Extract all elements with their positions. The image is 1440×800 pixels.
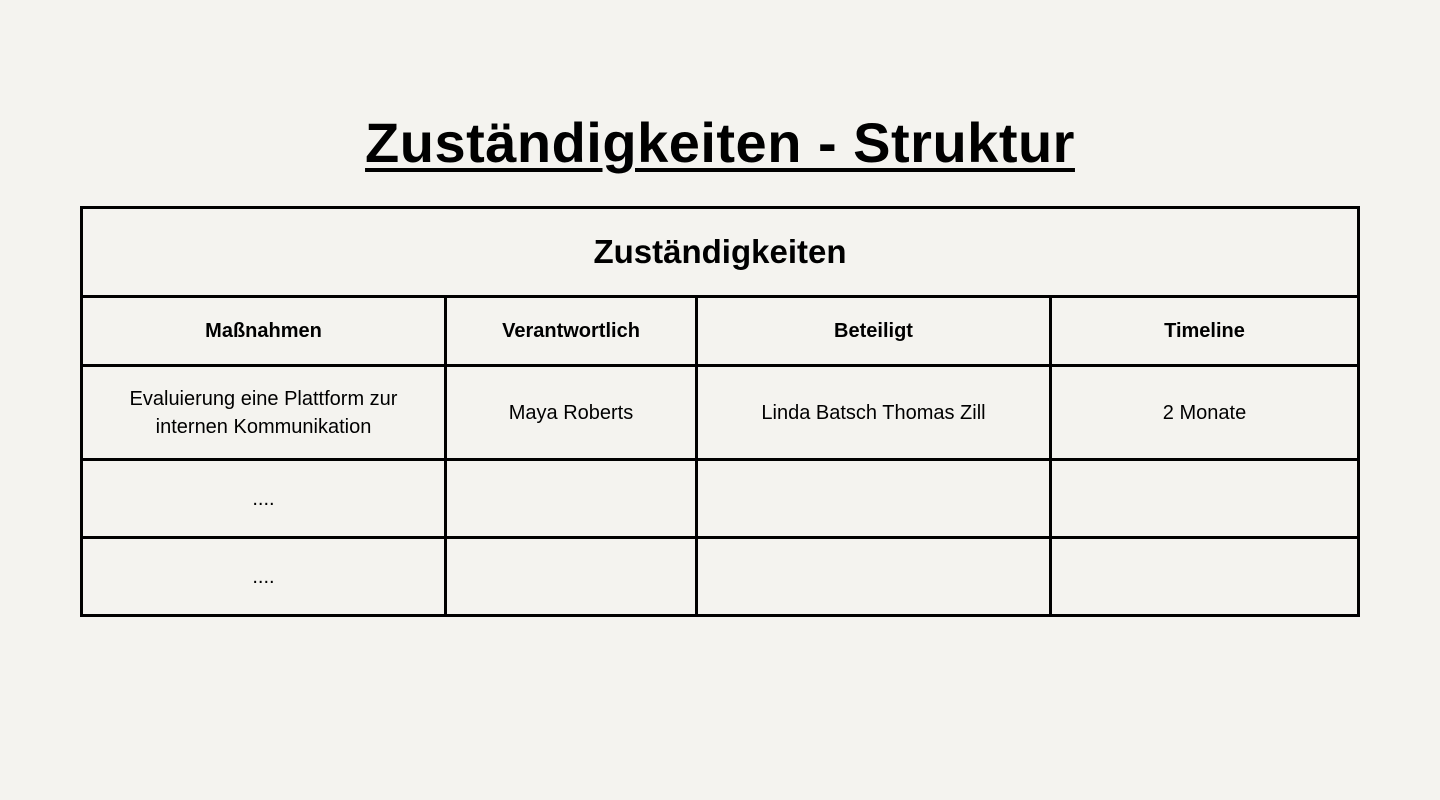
header-beteiligt: Beteiligt xyxy=(695,295,1052,367)
page-title-text: Zuständigkeiten - Struktur xyxy=(365,110,1075,174)
cell-timeline xyxy=(1049,458,1360,539)
cell-beteiligt xyxy=(695,458,1052,539)
header-verantwortlich: Verantwortlich xyxy=(444,295,698,367)
cell-beteiligt xyxy=(695,536,1052,617)
cell-beteiligt: Linda Batsch Thomas Zill xyxy=(695,364,1052,461)
table-row: .... xyxy=(80,536,1360,617)
page-title: Zuständigkeiten - Struktur xyxy=(0,108,1440,178)
table-row: Evaluierung eine Plattform zur internen … xyxy=(80,364,1360,461)
cell-timeline: 2 Monate xyxy=(1049,364,1360,461)
cell-massnahme: .... xyxy=(80,536,447,617)
header-massnahmen: Maßnahmen xyxy=(80,295,447,367)
table-caption-row: Zuständigkeiten xyxy=(80,206,1360,298)
header-timeline: Timeline xyxy=(1049,295,1360,367)
cell-verantwortlich xyxy=(444,536,698,617)
cell-verantwortlich: Maya Roberts xyxy=(444,364,698,461)
table-row: .... xyxy=(80,458,1360,539)
table-header-row: Maßnahmen Verantwortlich Beteiligt Timel… xyxy=(80,295,1360,367)
cell-massnahme: Evaluierung eine Plattform zur internen … xyxy=(80,364,447,461)
cell-verantwortlich xyxy=(444,458,698,539)
responsibilities-table: Zuständigkeiten Maßnahmen Verantwortlich… xyxy=(80,206,1360,617)
cell-timeline xyxy=(1049,536,1360,617)
cell-massnahme: .... xyxy=(80,458,447,539)
table-caption: Zuständigkeiten xyxy=(80,206,1360,298)
